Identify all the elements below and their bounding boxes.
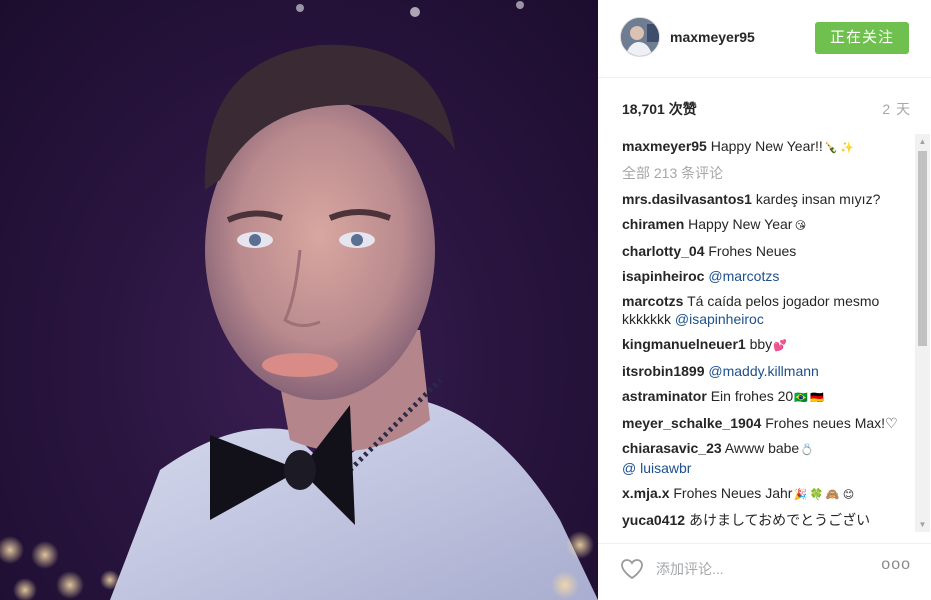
comment-username[interactable]: meyer_schalke_1904 [622,415,761,431]
caption-text: Happy New Year!! [710,138,823,154]
see-no-evil-monkey-emoji-icon: 🙈 [825,489,840,501]
comment-item: astraminator Ein frohes 20🇧🇷 🇩🇪 [622,387,915,407]
comment-username[interactable]: isapinheiroc [622,268,704,284]
comment-item: itsrobin1899 @maddy.killmann [622,362,915,380]
comment-username[interactable]: x.mja.x [622,485,669,501]
comment-item: chiarasavic_23 Awww babe💍 @ luisawbr [622,439,915,477]
comment-item: yuca0412 あけましておめでとうござい [622,511,915,529]
add-comment-input[interactable]: 添加评论... [656,559,724,579]
comment-text: bby [749,336,773,352]
comment-username[interactable]: charlotty_04 [622,243,704,259]
comment-username[interactable]: chiramen [622,216,684,232]
post-photo-illustration [0,1,598,600]
comment-text: kardeş insan mıyız? [755,191,881,207]
caption-username[interactable]: maxmeyer95 [622,138,707,154]
likes-count[interactable]: 18,701 次赞 [622,99,697,119]
sparkle-icon: ✨ [839,142,854,154]
comment-username[interactable]: itsrobin1899 [622,363,704,379]
ring-emoji-icon: 💍 [800,444,815,456]
comments-scrollbar[interactable]: ▲ ▼ [915,134,930,532]
brazil-flag-icon: 🇧🇷 [794,392,809,404]
username-link[interactable]: maxmeyer95 [670,29,755,45]
comment-item: charlotty_04 Frohes Neues [622,242,915,260]
heart-icon[interactable] [620,558,644,580]
comment-item: isapinheiroc @marcotzs [622,267,915,285]
comment-username[interactable]: marcotzs [622,293,683,309]
post-header: maxmeyer95 正在关注 [598,0,931,78]
comment-item: mrs.dasilvasantos1 kardeş insan mıyız? [622,190,915,208]
post-photo[interactable] [0,0,598,600]
following-button[interactable]: 正在关注 [815,22,909,54]
comment-mention[interactable]: @maddy.killmann [708,363,818,379]
scroll-down-icon[interactable]: ▼ [915,517,930,532]
blowing-kiss-emoji-icon: 😘 [794,220,807,232]
comments-list: maxmeyer95 Happy New Year!!🍾 ✨ 全部 213 条评论… [622,137,915,531]
comment-mention[interactable]: @marcotzs [708,268,779,284]
germany-flag-icon: 🇩🇪 [810,392,825,404]
comment-text: あけましておめでとうござい [688,512,871,528]
comment-username[interactable]: astraminator [622,388,707,404]
post-details-panel: maxmeyer95 正在关注 18,701 次赞 2 天 maxmeyer95… [598,0,931,600]
comment-item: meyer_schalke_1904 Frohes neues Max!♡ [622,414,915,432]
comment-username[interactable]: mrs.dasilvasantos1 [622,191,752,207]
comment-username[interactable]: chiarasavic_23 [622,440,722,456]
comment-text: Frohes neues Max!♡ [765,415,898,431]
avatar[interactable] [620,17,660,57]
smiling-face-emoji-icon: 😊 [842,489,855,501]
view-all-comments-link[interactable]: 全部 213 条评论 [622,164,915,182]
two-hearts-emoji-icon: 💕 [773,340,788,352]
party-popper-emoji-icon: 🎉 [793,489,808,501]
comment-text: Ein frohes 20 [710,388,794,404]
comment-username[interactable]: kingmanuelneuer1 [622,336,746,352]
comment-item: kingmanuelneuer1 bby💕 [622,335,915,355]
caption: maxmeyer95 Happy New Year!!🍾 ✨ [622,137,915,157]
comment-text: Frohes Neues [708,243,797,259]
likes-row: 18,701 次赞 2 天 [622,99,911,119]
avatar-image [621,18,659,56]
scrollbar-thumb[interactable] [918,151,927,346]
comment-text: Happy New Year [688,216,793,232]
champagne-icon: 🍾 [823,142,838,154]
four-leaf-clover-emoji-icon: 🍀 [809,489,824,501]
post-actions-bar: 添加评论... ooo [598,543,931,600]
more-options-icon[interactable]: ooo [881,556,911,574]
comment-item: marcotzs Tá caída pelos jogador mesmo kk… [622,292,915,328]
comment-item: x.mja.x Frohes Neues Jahr🎉 🍀 🙈 😊 [622,484,915,504]
comment-mention[interactable]: @ luisawbr [622,460,691,476]
comment-item: chiramen Happy New Year 😘 [622,215,915,235]
scroll-up-icon[interactable]: ▲ [915,134,930,149]
comment-mention[interactable]: @isapinheiroc [675,311,764,327]
post-timestamp[interactable]: 2 天 [882,99,911,119]
comment-text: Frohes Neues Jahr [673,485,793,501]
comment-username[interactable]: yuca0412 [622,512,685,528]
comment-text: Awww babe [724,440,800,456]
